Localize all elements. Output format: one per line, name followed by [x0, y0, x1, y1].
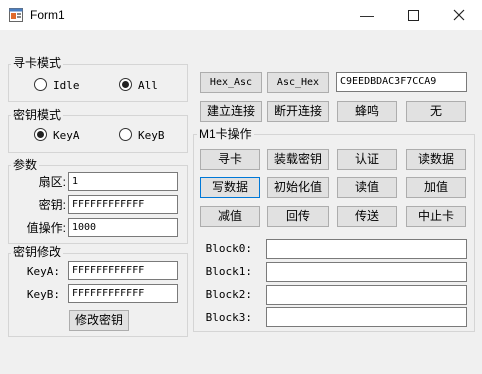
subtract-value-button[interactable]: 减值	[200, 206, 260, 227]
search-card-button[interactable]: 寻卡	[200, 149, 260, 170]
connect-button[interactable]: 建立连接	[200, 101, 262, 122]
value-op-input[interactable]: 1000	[68, 218, 178, 237]
maximize-icon	[407, 10, 419, 21]
radio-keyb-label: KeyB	[138, 129, 165, 142]
window-title: Form1	[30, 8, 65, 22]
radio-idle[interactable]: Idle	[34, 78, 80, 93]
key-mode-label: 密钥模式	[11, 108, 64, 122]
transfer-button[interactable]: 传送	[337, 206, 397, 227]
key-label: 密钥:	[38, 198, 66, 212]
restore-button[interactable]: 回传	[267, 206, 329, 227]
block0-input[interactable]	[266, 239, 467, 259]
read-value-button[interactable]: 读值	[337, 177, 397, 198]
block3-input[interactable]	[266, 307, 467, 327]
block1-input[interactable]	[266, 262, 467, 282]
write-data-button[interactable]: 写数据	[200, 177, 260, 198]
keyb-input[interactable]: FFFFFFFFFFFF	[68, 284, 178, 303]
convert-value-input[interactable]: C9EEDBDAC3F7CCA9	[336, 72, 467, 92]
block3-label: Block3:	[205, 311, 252, 324]
init-value-button[interactable]: 初始化值	[267, 177, 329, 198]
radio-idle-label: Idle	[53, 79, 80, 92]
add-value-button[interactable]: 加值	[406, 177, 466, 198]
beep-button[interactable]: 蜂鸣	[337, 101, 397, 122]
block2-input[interactable]	[266, 285, 467, 305]
m1-label: M1卡操作	[197, 127, 254, 141]
close-button[interactable]	[436, 0, 482, 30]
value-op-label: 值操作:	[26, 221, 66, 235]
app-icon	[9, 8, 23, 22]
halt-card-button[interactable]: 中止卡	[406, 206, 466, 227]
radio-all-label: All	[138, 79, 158, 92]
close-icon	[453, 9, 465, 21]
maximize-button[interactable]	[390, 0, 436, 30]
radio-keya[interactable]: KeyA	[34, 128, 80, 143]
params-label: 参数	[11, 158, 40, 172]
radio-all[interactable]: All	[119, 78, 158, 93]
radio-keyb[interactable]: KeyB	[119, 128, 165, 143]
asc-hex-button[interactable]: Asc_Hex	[267, 72, 329, 93]
disconnect-button[interactable]: 断开连接	[267, 101, 329, 122]
keya-label: KeyA:	[26, 265, 60, 278]
radio-keya-circle[interactable]	[34, 128, 47, 141]
search-mode-label: 寻卡模式	[11, 56, 64, 70]
sector-label: 扇区:	[38, 175, 66, 189]
hex-asc-button[interactable]: Hex_Asc	[200, 72, 262, 93]
keya-input[interactable]: FFFFFFFFFFFF	[68, 261, 178, 280]
read-data-button[interactable]: 读数据	[406, 149, 466, 170]
title-bar: Form1 —	[0, 0, 482, 30]
radio-all-circle[interactable]	[119, 78, 132, 91]
radio-idle-circle[interactable]	[34, 78, 47, 91]
block2-label: Block2:	[205, 288, 252, 301]
keyb-label: KeyB:	[26, 288, 60, 301]
key-input[interactable]: FFFFFFFFFFFF	[68, 195, 178, 214]
sector-input[interactable]: 1	[68, 172, 178, 191]
load-key-button[interactable]: 装载密钥	[267, 149, 329, 170]
key-modify-label: 密钥修改	[11, 245, 64, 259]
radio-keyb-circle[interactable]	[119, 128, 132, 141]
block0-label: Block0:	[205, 242, 252, 255]
none-button[interactable]: 无	[406, 101, 466, 122]
minimize-icon: —	[360, 7, 374, 23]
radio-keya-label: KeyA	[53, 129, 80, 142]
modify-key-button[interactable]: 修改密钥	[69, 310, 129, 331]
block1-label: Block1:	[205, 265, 252, 278]
auth-button[interactable]: 认证	[337, 149, 397, 170]
minimize-button[interactable]: —	[344, 0, 390, 30]
